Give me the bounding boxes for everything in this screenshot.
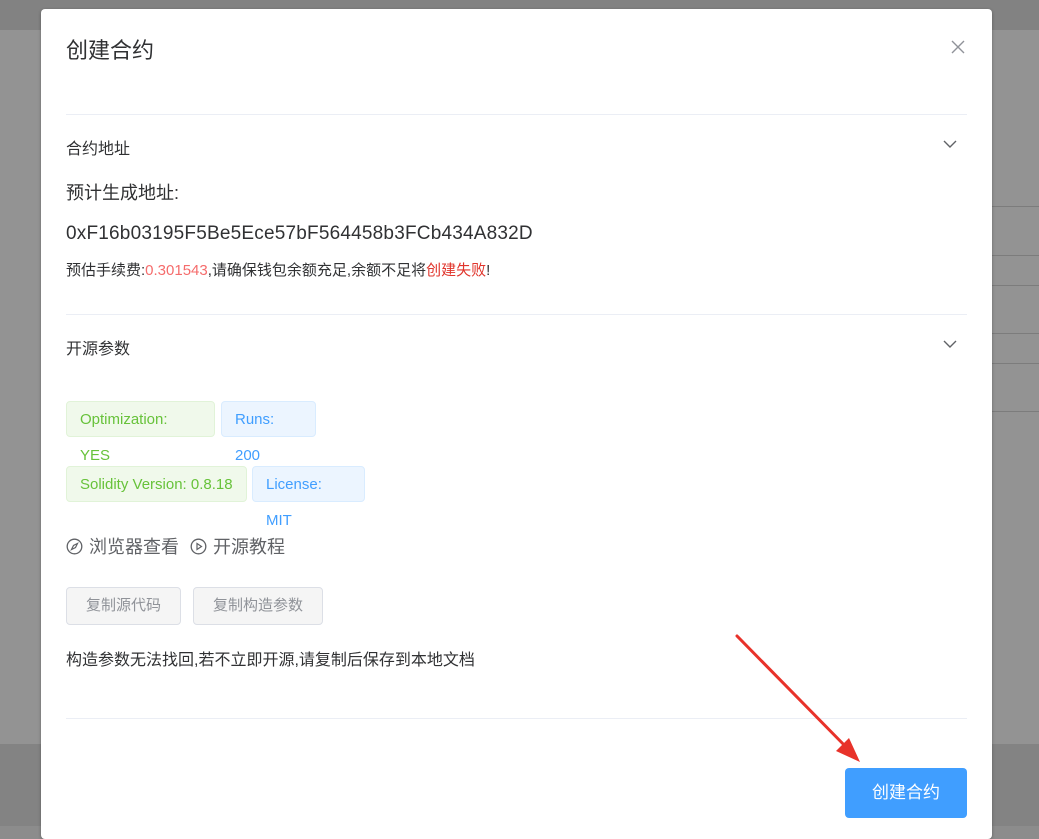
fee-notice: 预估手续费:0.301543,请确保钱包余额充足,余额不足将创建失败! [66,259,490,280]
copy-constructor-params-button[interactable]: 复制构造参数 [193,587,324,625]
divider [66,114,967,115]
solidity-version-tag: Solidity Version: 0.8.18 [66,466,247,502]
background-divider [992,285,1039,286]
section-header-open-source[interactable]: 开源参数 [66,335,967,358]
close-icon[interactable] [950,39,966,55]
fee-value: 0.301543 [145,262,208,279]
divider [66,314,967,315]
fee-fail-text: 创建失败 [426,262,487,279]
copy-source-code-button[interactable]: 复制源代码 [66,587,182,625]
section-title: 开源参数 [66,341,131,358]
browser-view-link[interactable]: 浏览器查看 [66,533,179,559]
background-divider [992,333,1039,334]
section-title: 合约地址 [66,141,131,158]
compass-icon [66,538,83,554]
section-header-contract-address[interactable]: 合约地址 [66,135,967,158]
background-divider [992,411,1039,412]
background-divider [992,206,1039,207]
create-contract-button[interactable]: 创建合约 [845,768,967,818]
background-divider [992,363,1039,364]
contract-address-value: 0xF16b03195F5Be5Ece57bF564458b3FCb434A83… [66,223,533,244]
expected-address-label: 预计生成地址: [66,183,180,203]
fee-warning: ,请确保钱包余额充足,余额不足将 [207,262,427,279]
runs-tag: Runs: 200 [221,401,316,464]
background-divider [992,255,1039,256]
fee-suffix: ! [486,262,491,279]
chevron-down-icon [943,137,957,151]
divider [66,718,967,719]
optimization-tag: Optimization: YES [66,401,215,464]
create-contract-dialog: 创建合约 合约地址 预计生成地址: 0xF16b03195F5Be5Ece57b… [41,9,992,839]
dialog-title: 创建合约 [66,38,155,63]
chevron-down-icon [943,337,957,351]
fee-prefix: 预估手续费: [66,262,146,279]
tutorial-label: 开源教程 [213,537,285,557]
license-tag: License: MIT [252,466,365,529]
tutorial-link[interactable]: 开源教程 [190,533,285,559]
browser-view-label: 浏览器查看 [89,537,179,557]
play-circle-icon [190,538,207,554]
constructor-params-note: 构造参数无法找回,若不立即开源,请复制后保存到本地文档 [66,652,475,669]
